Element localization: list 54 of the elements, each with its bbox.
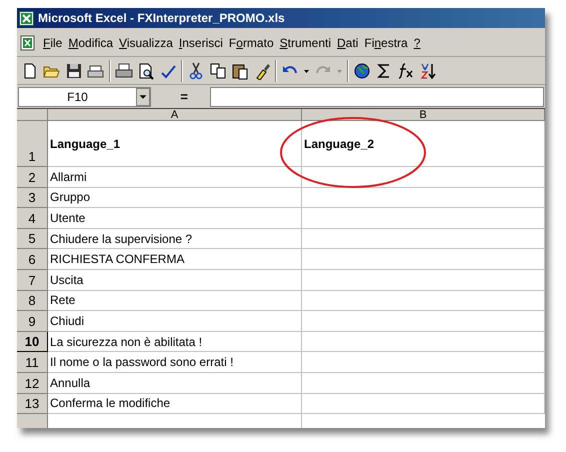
menu-item[interactable]: Inserisci (178, 34, 223, 52)
row-header[interactable]: 1 (17, 121, 48, 167)
spreadsheet-icon (19, 10, 34, 26)
table-cell: Conferma le modifiche (48, 394, 302, 414)
table-cell: Annulla (48, 372, 302, 394)
equals-sign: = (179, 88, 189, 106)
row-header[interactable]: 10 (17, 332, 48, 352)
scissors-icon[interactable] (187, 62, 205, 80)
formula-field[interactable] (210, 86, 544, 106)
menu-item[interactable]: Dati (337, 34, 358, 52)
table-cell: La sicurezza non è abilitata ! (48, 332, 302, 352)
table-cell: Chiudere la supervisione ? (48, 228, 302, 250)
table-cell: Uscita (48, 270, 302, 291)
column-header[interactable]: B (302, 109, 545, 121)
magnifier-page-icon[interactable] (137, 62, 155, 80)
row-header[interactable]: 12 (17, 372, 48, 394)
menu-item[interactable]: Visualizza (119, 34, 173, 52)
row-header[interactable]: 7 (17, 270, 48, 291)
row-header[interactable]: 2 (17, 167, 48, 188)
column-header[interactable]: A (48, 109, 302, 121)
clipboard-icon[interactable] (231, 62, 249, 80)
name-box[interactable]: F10 (18, 86, 151, 106)
menu-item[interactable]: Finestra (364, 34, 408, 52)
row-header[interactable] (17, 414, 48, 428)
table-cell: Language_2 (302, 121, 545, 167)
menu-item[interactable]: File (43, 34, 62, 52)
table-cell: Chiudi (48, 311, 302, 332)
row-header[interactable]: 11 (17, 352, 48, 373)
globe-icon[interactable] (353, 62, 371, 80)
copy-icon[interactable] (209, 62, 227, 80)
spreadsheet-icon[interactable] (20, 34, 37, 52)
window-title: Microsoft Excel - FXInterpreter_PROMO.xls (38, 10, 285, 27)
menu-item[interactable]: Strumenti (280, 34, 331, 52)
menu-item[interactable]: Modifica (68, 34, 114, 52)
row-header[interactable]: 13 (17, 394, 48, 414)
select-all-corner[interactable] (17, 109, 48, 121)
printer-icon[interactable] (115, 62, 133, 80)
table-cell: Language_1 (48, 121, 302, 167)
sort-ascending-icon[interactable] (419, 62, 437, 80)
row-header[interactable]: 3 (17, 188, 48, 208)
row-header[interactable]: 9 (17, 311, 48, 332)
table-cell: Allarmi (48, 167, 302, 188)
table-cell: Gruppo (48, 188, 302, 208)
table-cell: Rete (48, 290, 302, 312)
function-icon[interactable] (397, 62, 415, 80)
row-header[interactable]: 4 (17, 208, 48, 229)
row-header[interactable]: 8 (17, 290, 48, 312)
menu-item[interactable]: Formato (228, 34, 274, 52)
row-header[interactable]: 5 (17, 228, 48, 250)
table-cell: RICHIESTA CONFERMA (48, 249, 302, 270)
row-header[interactable]: 6 (17, 249, 48, 270)
table-cell: Il nome o la password sono errati ! (48, 352, 302, 373)
table-cell: Utente (48, 208, 302, 229)
menu-item[interactable]: ? (414, 34, 420, 52)
